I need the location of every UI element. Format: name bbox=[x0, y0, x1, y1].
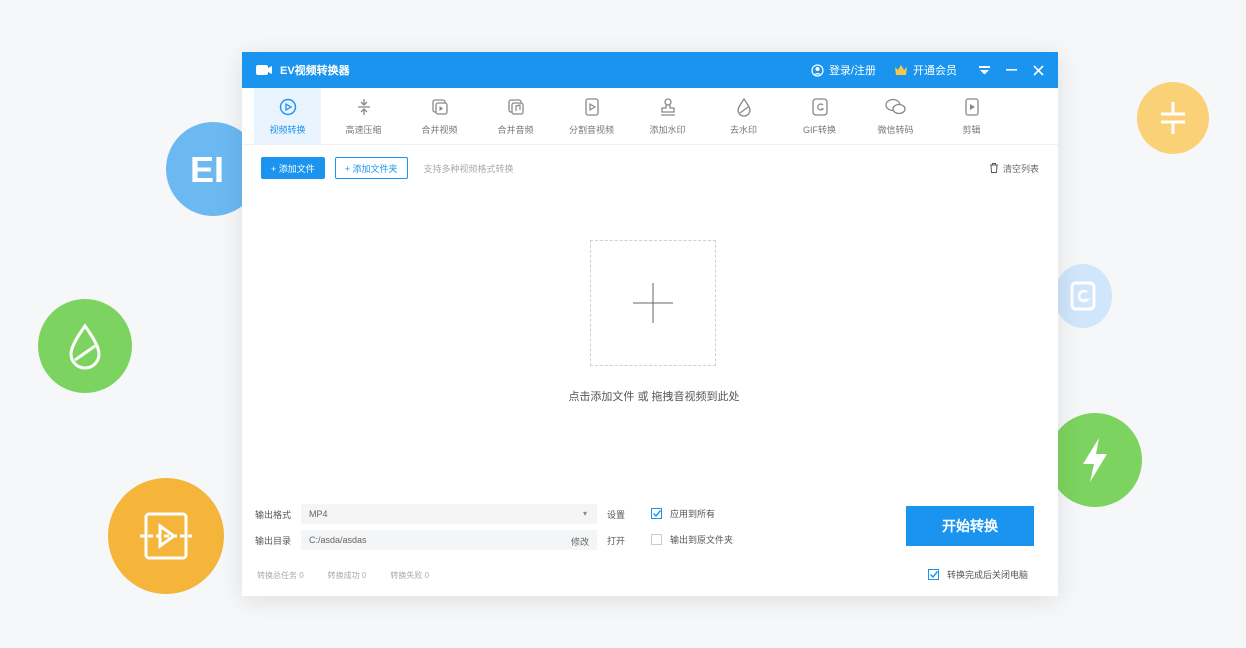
tab-compress[interactable]: 高速压缩 bbox=[330, 88, 397, 144]
vip-label: 开通会员 bbox=[913, 65, 957, 77]
stat-total: 转换总任务 0 bbox=[257, 571, 304, 580]
checkbox-checked-icon bbox=[928, 569, 939, 580]
tab-watermark[interactable]: 添加水印 bbox=[634, 88, 701, 144]
merge-video-icon bbox=[431, 98, 448, 115]
output-dir-field[interactable]: C:/asda/asdas 修改 bbox=[301, 530, 597, 550]
output-format-value: MP4 bbox=[309, 509, 328, 519]
trash-icon bbox=[989, 163, 998, 173]
tab-gif[interactable]: GIF转换 bbox=[786, 88, 853, 144]
chevron-down-icon: ▾ bbox=[582, 509, 587, 518]
format-settings-button[interactable]: 设置 bbox=[607, 508, 625, 521]
tab-remove-watermark[interactable]: 去水印 bbox=[710, 88, 777, 144]
vip-crown-icon bbox=[895, 65, 907, 75]
source-folder-checkbox[interactable]: 输出到原文件夹 bbox=[651, 533, 733, 546]
source-folder-label: 输出到原文件夹 bbox=[670, 535, 734, 545]
watermark-icon bbox=[660, 97, 675, 116]
start-convert-button[interactable]: 开始转换 bbox=[906, 506, 1034, 546]
tool-label: 合并音频 bbox=[497, 124, 534, 135]
login-label: 登录/注册 bbox=[828, 65, 876, 77]
tool-label: 添加水印 bbox=[649, 124, 686, 135]
open-dir-button[interactable]: 打开 bbox=[607, 534, 625, 547]
action-bar: + 添加文件 + 添加文件夹 支持多种视频格式转换 清空列表 bbox=[242, 145, 1058, 191]
add-file-button[interactable]: + 添加文件 bbox=[261, 157, 325, 179]
compress-bubble-icon bbox=[1137, 82, 1209, 154]
tab-merge-audio[interactable]: 合并音频 bbox=[482, 88, 549, 144]
apply-all-label: 应用到所有 bbox=[670, 509, 716, 519]
tool-label: 合并视频 bbox=[421, 124, 458, 135]
tool-label: 视频转换 bbox=[269, 124, 306, 135]
task-stats: 转换总任务 0 转换成功 0 转换失败 0 bbox=[257, 570, 453, 581]
gif-icon bbox=[811, 97, 828, 116]
tool-label: 微信转码 bbox=[877, 124, 914, 135]
stat-failed: 转换失败 0 bbox=[390, 571, 430, 580]
apply-all-checkbox[interactable]: 应用到所有 bbox=[651, 507, 715, 520]
close-icon bbox=[1033, 64, 1044, 76]
drop-zone[interactable] bbox=[590, 240, 716, 366]
flash-bubble-icon bbox=[1048, 413, 1142, 507]
tool-label: GIF转换 bbox=[803, 124, 836, 135]
minimize-icon bbox=[1006, 69, 1017, 71]
edit-icon bbox=[964, 97, 979, 116]
title-bar: EV视频转换器 登录/注册 开通会员 bbox=[242, 52, 1058, 88]
plus-icon bbox=[633, 283, 673, 323]
tab-video-convert[interactable]: 视频转换 bbox=[254, 88, 321, 144]
output-dir-label: 输出目录 bbox=[255, 535, 292, 546]
output-format-select[interactable]: MP4 ▾ bbox=[301, 504, 597, 524]
close-button[interactable] bbox=[1033, 64, 1044, 76]
drop-zone-text: 点击添加文件 或 拖拽音视频到此处 bbox=[568, 391, 740, 403]
svg-text:EI: EI bbox=[190, 149, 224, 189]
video-convert-icon bbox=[279, 98, 296, 115]
app-logo-icon bbox=[256, 65, 272, 75]
tool-label: 分割音视频 bbox=[568, 124, 614, 135]
tab-merge-video[interactable]: 合并视频 bbox=[406, 88, 473, 144]
output-dir-row: 输出目录 C:/asda/asdas 修改 打开 bbox=[255, 530, 625, 550]
compress-icon bbox=[357, 98, 370, 115]
tool-label: 高速压缩 bbox=[345, 124, 382, 135]
vip-button[interactable]: 开通会员 bbox=[894, 62, 957, 78]
gif-bubble-icon bbox=[1054, 264, 1112, 328]
split-icon bbox=[584, 97, 599, 116]
tool-label: 剪辑 bbox=[962, 124, 981, 135]
output-dir-value: C:/asda/asdas bbox=[309, 535, 367, 545]
clip-bubble-icon bbox=[108, 478, 224, 594]
wechat-icon bbox=[884, 98, 906, 114]
user-icon bbox=[811, 63, 824, 77]
shutdown-label: 转换完成后关闭电脑 bbox=[947, 570, 1029, 580]
menu-dropdown-icon bbox=[979, 65, 990, 74]
output-format-row: 输出格式 MP4 ▾ 设置 bbox=[255, 504, 625, 524]
login-button[interactable]: 登录/注册 bbox=[811, 62, 876, 78]
tab-wechat[interactable]: 微信转码 bbox=[862, 88, 929, 144]
shutdown-checkbox[interactable]: 转换完成后关闭电脑 bbox=[928, 568, 1028, 581]
change-dir-button[interactable]: 修改 bbox=[571, 535, 589, 548]
drop-bubble-icon bbox=[38, 299, 132, 393]
merge-audio-icon bbox=[507, 98, 524, 115]
add-folder-button[interactable]: + 添加文件夹 bbox=[334, 157, 408, 179]
checkbox-unchecked-icon bbox=[651, 534, 662, 545]
app-window: EV视频转换器 登录/注册 开通会员 视频转换 高速压缩 合并视频 合并音频 分… bbox=[242, 52, 1058, 596]
menu-button[interactable] bbox=[979, 65, 990, 75]
tool-tabs: 视频转换 高速压缩 合并视频 合并音频 分割音视频 添加水印 去水印 GIF转换… bbox=[242, 88, 1058, 145]
tab-edit[interactable]: 剪辑 bbox=[938, 88, 1005, 144]
remove-watermark-icon bbox=[736, 97, 751, 117]
checkbox-checked-icon bbox=[651, 508, 662, 519]
output-format-label: 输出格式 bbox=[255, 509, 292, 520]
output-panel: 输出格式 MP4 ▾ 设置 输出目录 C:/asda/asdas 修改 打开 应… bbox=[242, 500, 1058, 596]
tab-split[interactable]: 分割音视频 bbox=[558, 88, 625, 144]
app-title: EV视频转换器 bbox=[280, 65, 350, 77]
tool-label: 去水印 bbox=[729, 124, 757, 135]
format-hint: 支持多种视频格式转换 bbox=[423, 163, 514, 174]
stat-success: 转换成功 0 bbox=[327, 571, 367, 580]
clear-list-button[interactable]: 清空列表 bbox=[989, 162, 1039, 175]
clear-list-label: 清空列表 bbox=[1002, 163, 1039, 174]
minimize-button[interactable] bbox=[1006, 69, 1017, 71]
